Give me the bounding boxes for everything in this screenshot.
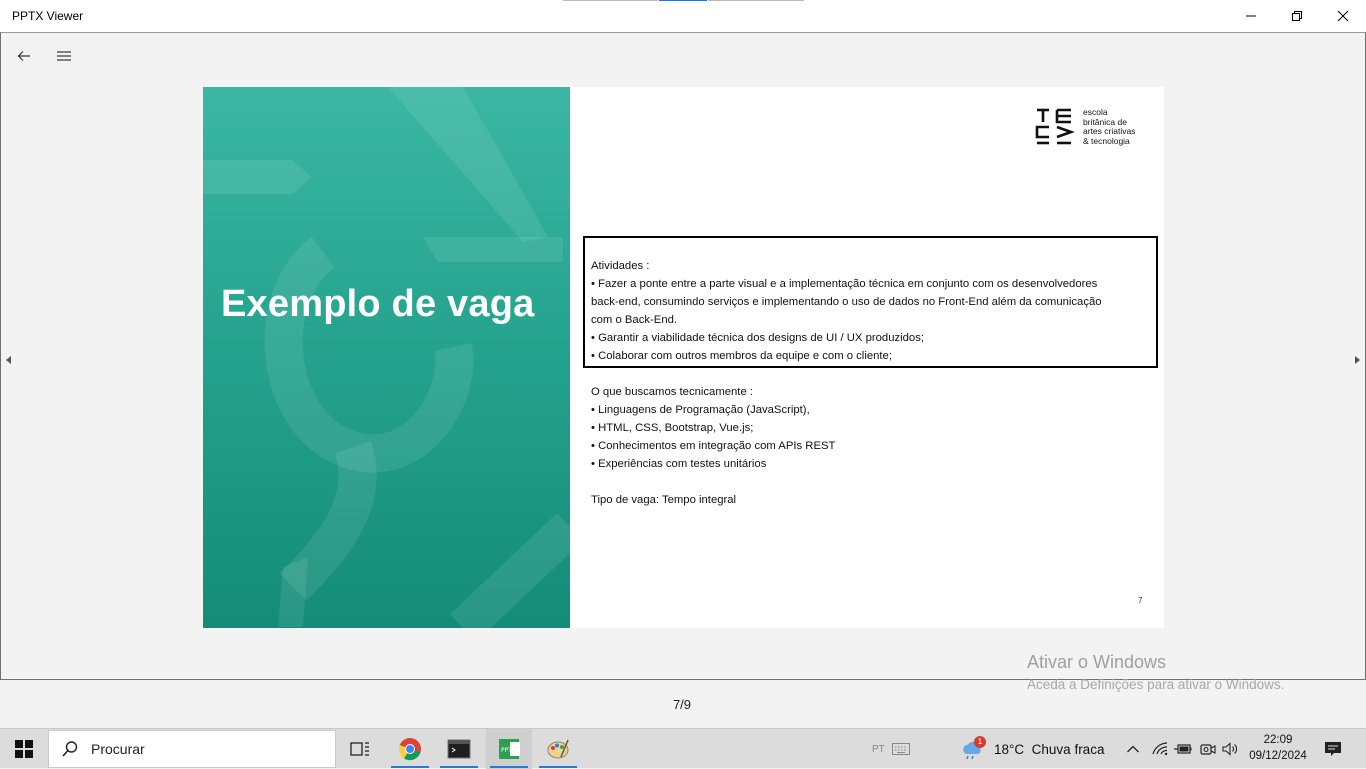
activity-line: com o Back-End. <box>591 314 678 326</box>
weather-icon: 1 <box>960 736 986 760</box>
notifications-button[interactable] <box>1323 729 1343 769</box>
activation-watermark-subtitle: Aceda a Definições para ativar o Windows… <box>1027 677 1285 692</box>
task-view-icon <box>350 742 369 756</box>
taskbar: Procurar PPTX PT 1 18°C Chuva fraca 22:0… <box>0 728 1366 769</box>
taskbar-paint[interactable] <box>535 729 581 769</box>
activity-line: back-end, consumindo serviços e implemen… <box>591 296 1102 308</box>
weather-alert-badge: 1 <box>974 736 986 748</box>
menu-button[interactable] <box>48 40 80 72</box>
decorative-shapes <box>203 87 570 628</box>
activities-title: Atividades : <box>591 260 650 272</box>
speaker-icon <box>1222 742 1237 756</box>
windows-logo-icon <box>15 740 33 758</box>
tech-line: • HTML, CSS, Bootstrap, Vue.js; <box>591 422 754 434</box>
back-button[interactable] <box>8 40 40 72</box>
window-title: PPTX Viewer <box>12 9 84 23</box>
chrome-icon <box>398 738 421 761</box>
tab-indicator <box>563 0 658 1</box>
wifi-icon <box>1152 742 1168 756</box>
back-arrow-icon <box>17 51 30 61</box>
camera-privacy-icon <box>1200 744 1216 755</box>
keyboard-icon <box>892 743 910 755</box>
chevron-up-icon <box>1127 745 1139 753</box>
tab-indicator <box>708 0 804 1</box>
weather-text: 18°C Chuva fraca <box>994 741 1105 757</box>
tech-text: O que buscamos tecnicamente : • Linguage… <box>591 383 835 509</box>
tech-line: • Linguagens de Programação (JavaScript)… <box>591 404 810 416</box>
clock[interactable]: 22:09 09/12/2024 <box>1246 732 1310 764</box>
weather-widget[interactable]: 1 18°C Chuva fraca <box>960 729 1104 769</box>
taskbar-search[interactable]: Procurar <box>48 730 336 768</box>
slide-green-panel: Exemplo de vaga <box>203 87 570 628</box>
language-indicator[interactable]: PT <box>872 729 885 769</box>
search-icon <box>62 741 78 757</box>
logo-text: escola britânica de artes criativas & te… <box>1083 107 1135 146</box>
activity-line: • Garantir a viabilidade técnica dos des… <box>591 332 924 344</box>
task-view-button[interactable] <box>337 729 383 769</box>
restore-button[interactable] <box>1274 0 1320 32</box>
viewer-area: Exemplo de vaga escola britânica de arte… <box>0 32 1366 680</box>
pptx-viewer-icon: PPTX <box>499 739 520 759</box>
title-bar: PPTX Viewer <box>0 0 1366 32</box>
taskbar-pptx-viewer[interactable]: PPTX <box>486 729 532 769</box>
paint-palette-icon <box>547 739 569 759</box>
clock-date: 09/12/2024 <box>1249 750 1307 762</box>
touch-keyboard-button[interactable] <box>892 729 910 769</box>
previous-slide-button[interactable] <box>4 355 14 365</box>
job-type: Tipo de vaga: Tempo integral <box>591 494 737 506</box>
taskbar-chrome[interactable] <box>387 729 433 769</box>
slide-page-number: 7 <box>1138 596 1143 605</box>
terminal-icon <box>447 739 471 759</box>
battery-plug-icon <box>1174 744 1192 754</box>
tech-title: O que buscamos tecnicamente : <box>591 386 754 398</box>
activity-line: • Fazer a ponte entre a parte visual e a… <box>591 278 1098 290</box>
close-icon <box>1337 10 1349 22</box>
taskbar-terminal[interactable] <box>436 729 482 769</box>
search-placeholder: Procurar <box>91 741 145 757</box>
tech-line: • Experiências com testes unitários <box>591 458 767 470</box>
hamburger-menu-icon <box>57 51 71 61</box>
next-slide-button[interactable] <box>1352 355 1362 365</box>
clock-time: 22:09 <box>1263 734 1293 746</box>
activation-watermark-title: Ativar o Windows <box>1027 652 1167 672</box>
activities-text: Atividades : • Fazer a ponte entre a par… <box>591 257 1102 365</box>
activity-line: • Colaborar com outros membros da equipe… <box>591 350 892 362</box>
show-hidden-icons-button[interactable] <box>1126 729 1140 769</box>
tab-indicator-active <box>659 0 707 1</box>
volume-button[interactable] <box>1222 729 1240 769</box>
chevron-left-icon <box>6 356 11 364</box>
notification-center-icon <box>1325 742 1341 756</box>
chevron-right-icon <box>1355 356 1360 364</box>
svg-text:PPTX: PPTX <box>501 747 516 754</box>
slide-heading: Exemplo de vaga <box>221 283 535 325</box>
minimize-icon <box>1246 15 1256 17</box>
restore-icon <box>1292 11 1302 21</box>
close-button[interactable] <box>1320 0 1366 32</box>
start-button[interactable] <box>0 729 48 769</box>
camera-button[interactable] <box>1200 729 1216 769</box>
network-button[interactable] <box>1152 729 1168 769</box>
logo-mark-icon <box>1035 108 1075 145</box>
school-logo: escola britânica de artes criativas & te… <box>1035 107 1135 147</box>
logo-line: & tecnologia <box>1083 135 1130 146</box>
battery-button[interactable] <box>1174 729 1192 769</box>
tech-line: • Conhecimentos em integração com APIs R… <box>591 440 836 452</box>
minimize-button[interactable] <box>1228 0 1274 32</box>
slide-counter: 7/9 <box>672 697 692 712</box>
slide: Exemplo de vaga escola britânica de arte… <box>203 87 1164 628</box>
